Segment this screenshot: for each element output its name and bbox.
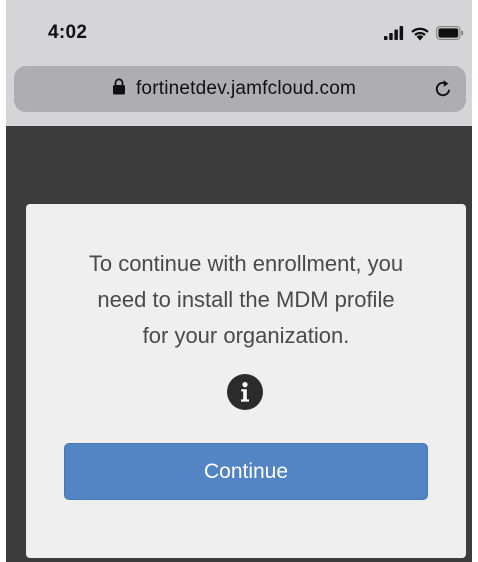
status-icons [384, 25, 464, 41]
address-bar[interactable]: fortinetdev.jamfcloud.com [14, 66, 466, 112]
status-time: 4:02 [48, 22, 88, 43]
info-icon [227, 374, 263, 410]
message-line: need to install the MDM profile [97, 287, 395, 312]
enrollment-dialog: To continue with enrollment, you need to… [26, 204, 466, 558]
reload-icon[interactable] [432, 78, 454, 100]
browser-chrome: 4:02 fortinetdev.jamfcloud.com [6, 0, 472, 126]
url-text: fortinetdev.jamfcloud.com [135, 78, 357, 99]
battery-icon [436, 26, 464, 40]
message-line: To continue with enrollment, you [88, 251, 404, 276]
continue-button[interactable]: Continue [64, 443, 428, 500]
lock-icon [112, 78, 126, 100]
enrollment-message: To continue with enrollment, you need to… [42, 246, 450, 354]
status-bar: 4:02 [6, 0, 472, 60]
url-display: fortinetdev.jamfcloud.com [14, 66, 466, 112]
message-line: for your organization. [142, 323, 350, 348]
cellular-signal-icon [384, 26, 404, 40]
wifi-icon [410, 26, 430, 41]
phone-screen: 4:02 fortinetdev.jamfcloud.com To contin… [6, 0, 472, 562]
